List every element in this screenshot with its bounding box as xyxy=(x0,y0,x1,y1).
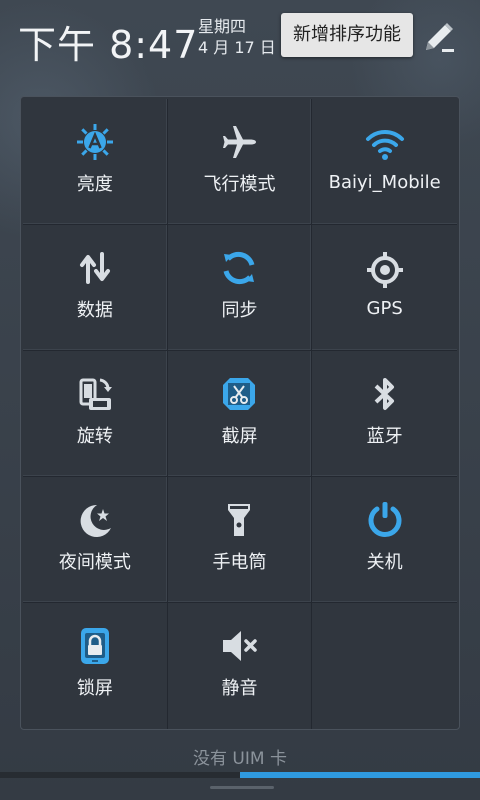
toggle-wifi[interactable]: Baiyi_Mobile xyxy=(312,99,457,225)
quick-settings-panel: 亮度 飞行模式 Baiyi_Mobile 数据 同步 GPS 旋转 截屏 蓝牙 … xyxy=(20,96,460,730)
toggle-label: 旋转 xyxy=(76,425,113,447)
airplane-icon xyxy=(223,125,257,158)
toggle-label: 静音 xyxy=(221,678,258,699)
sync-icon xyxy=(224,251,255,284)
night-mode-icon xyxy=(80,504,111,537)
toggle-label: 截屏 xyxy=(221,425,258,447)
toggle-brightness[interactable]: 亮度 xyxy=(23,99,168,225)
toggle-power-off[interactable]: 关机 xyxy=(312,477,457,603)
toggle-night-mode[interactable]: 夜间模式 xyxy=(23,477,168,603)
sort-feature-tooltip[interactable]: 新增排序功能 xyxy=(281,13,413,57)
toggle-label: 同步 xyxy=(221,299,258,321)
toggle-mobile-data[interactable]: 数据 xyxy=(23,225,168,351)
toggle-label: 亮度 xyxy=(76,173,113,195)
toggle-label: 夜间模式 xyxy=(58,551,131,573)
weekday-label: 星期四 xyxy=(198,17,247,36)
toggle-label: 关机 xyxy=(366,551,403,573)
toggle-label: GPS xyxy=(366,298,403,319)
flashlight-icon xyxy=(228,503,251,536)
date-label: 4 月 17 日 xyxy=(198,38,276,57)
toggle-grid: 亮度 飞行模式 Baiyi_Mobile 数据 同步 GPS 旋转 截屏 蓝牙 … xyxy=(23,99,457,729)
wifi-icon xyxy=(365,129,404,160)
toggle-bluetooth[interactable]: 蓝牙 xyxy=(312,351,457,477)
toggle-label: 蓝牙 xyxy=(366,425,403,447)
edit-toggles-button[interactable] xyxy=(418,18,458,58)
toggle-label: Baiyi_Mobile xyxy=(328,172,441,193)
power-icon xyxy=(368,501,402,537)
data-arrows-icon xyxy=(79,251,110,284)
screenshot-icon xyxy=(223,377,256,410)
toggle-label: 手电筒 xyxy=(212,551,267,573)
toggle-gps[interactable]: GPS xyxy=(312,225,457,351)
date-block: 星期四 4 月 17 日 xyxy=(198,16,276,58)
toggle-airplane-mode[interactable]: 飞行模式 xyxy=(167,99,313,225)
page-indicator-fill xyxy=(240,772,480,778)
drag-handle[interactable] xyxy=(210,786,274,789)
carrier-status-text: 没有 UIM 卡 xyxy=(193,749,287,769)
brightness-auto-icon xyxy=(76,123,113,160)
empty-tile-slot xyxy=(312,603,457,729)
mute-icon xyxy=(223,631,258,661)
bluetooth-icon xyxy=(374,377,394,410)
toggle-rotation[interactable]: 旋转 xyxy=(23,351,168,477)
status-header: 下午 8:47 星期四 4 月 17 日 新增排序功能 xyxy=(0,0,480,76)
toggle-label: 飞行模式 xyxy=(203,173,276,195)
gps-icon xyxy=(366,252,403,288)
toggle-flashlight[interactable]: 手电筒 xyxy=(167,477,313,603)
toggle-mute[interactable]: 静音 xyxy=(168,603,313,729)
toggle-label: 数据 xyxy=(76,299,113,321)
rotate-icon xyxy=(79,378,112,410)
toggle-lock-screen[interactable]: 锁屏 xyxy=(23,603,168,729)
clock-time: 下午 8:47 xyxy=(18,23,199,67)
toggle-sync[interactable]: 同步 xyxy=(167,225,313,351)
toggle-screenshot[interactable]: 截屏 xyxy=(167,351,313,477)
toggle-label: 锁屏 xyxy=(76,678,113,699)
lock-screen-icon xyxy=(80,628,109,664)
pencil-edit-icon xyxy=(426,23,454,52)
